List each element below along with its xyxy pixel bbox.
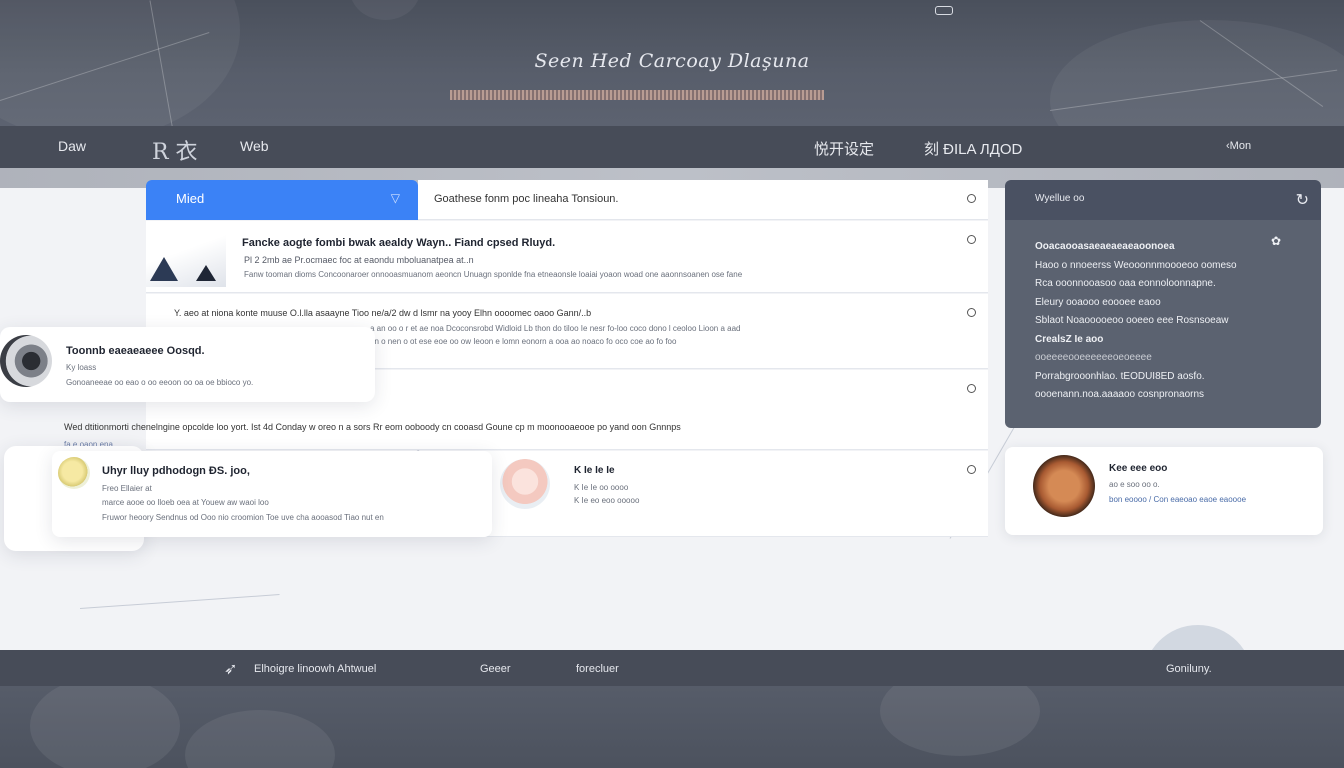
card-line: bon eoooo / Con eaeoao eaoe eaoooe [1109, 495, 1247, 504]
row-line: K Ie eo eoo ooooo [574, 496, 640, 505]
sidebar-line: CrealsZ Ie aoo [1035, 333, 1104, 345]
nav-item-center-2[interactable]: 刻 ĐILA ЛДОD [924, 138, 1022, 159]
avatar[interactable] [0, 335, 52, 387]
row-line: K Ie Ie oo oooo [574, 483, 629, 492]
row-title: Wed dtitionmorti chenelngine opcolde loo… [64, 422, 681, 432]
sidebar-line: ooeeeeooeeeeeeoeoeeee [1035, 352, 1152, 363]
radio-icon[interactable] [967, 235, 976, 244]
sidebar-line: Porrabgrooonhlao. tEODUI8ED aosfo. [1035, 370, 1205, 382]
row-title: Y. aeo at niona konte muuse O.l.lla asaa… [174, 308, 592, 318]
sidebar-line: Haoo o nnoeerss Weooonnmoooeoo oomeso [1035, 259, 1237, 271]
sidebar-line: Eleury ooaooo eoooee eaoo [1035, 296, 1161, 308]
window-icon[interactable] [935, 6, 953, 15]
send-icon[interactable]: ➶ [224, 659, 237, 679]
chevron-down-icon[interactable]: ▽ [391, 191, 400, 205]
radio-icon[interactable] [967, 308, 976, 317]
avatar[interactable] [1033, 455, 1095, 517]
hero-title: Seen Hed Carcoay Dlaşuna [534, 50, 810, 72]
footer-decor [0, 686, 1344, 768]
radio-icon[interactable] [967, 384, 976, 393]
hero-banner: Seen Hed Carcoay Dlaşuna [0, 0, 1344, 126]
radio-icon[interactable] [967, 465, 976, 474]
row-line: an o nen o ot ese eoe oo ow Ieoon e lomn… [370, 337, 677, 346]
footer-bar: ➶ Elhoigre linoowh Ahtwuel Geeer foreclu… [0, 650, 1344, 686]
mountain-icon [150, 257, 178, 281]
card-line: Gonoaneeae oo eao o oo eeoon oo oa oe bb… [66, 378, 254, 387]
decor-blob [30, 686, 180, 768]
footer-link[interactable]: Geeer [480, 663, 511, 675]
nav-item-account[interactable]: ‹Mon [1226, 140, 1251, 152]
decor-blob [1050, 20, 1344, 126]
decor-blob [880, 686, 1040, 756]
card-line: Freo Ellaier at [102, 484, 152, 493]
row-line: a an oo o r et ae noa Dcoconsrobd Widloi… [370, 324, 741, 333]
card-title: Toonnb eaeaeaeee Oosqd. [66, 345, 205, 357]
info-card[interactable]: Uhyr lluy pdhodogn ĐS. joo, Freo Ellaier… [52, 451, 492, 537]
nav-item-center-1[interactable]: 悦开设定 [814, 138, 874, 159]
nav-brand[interactable]: Daw [58, 138, 86, 154]
row-line: Pl 2 2mb ae Pr.ocmaec foc at eaondu mbol… [244, 255, 474, 265]
sidebar-line: oooenann.noa.aaaaoo cosnpronaorns [1035, 389, 1205, 400]
card-title: Kee eee eoo [1109, 463, 1168, 474]
nav-item-web[interactable]: Web [240, 138, 269, 154]
radio-icon[interactable] [967, 194, 976, 203]
card-line: marce aooe oo lloeb oea at Youew aw waoi… [102, 498, 269, 507]
avatar[interactable] [500, 459, 550, 509]
hero-progress-bar [450, 90, 824, 100]
mountain-icon [196, 265, 216, 281]
row-title: K Ie Ie Ie [574, 465, 615, 476]
sidebar-line: Sblaot Noaooooeoo ooeeo eee Rosnsoeaw [1035, 315, 1229, 326]
card-title: Uhyr lluy pdhodogn ĐS. joo, [102, 465, 250, 477]
footer-link[interactable]: forecluer [576, 663, 619, 675]
decor-blob [185, 710, 335, 768]
card-line: Fruwor heoory Sendnus od Ooo nio croomio… [102, 513, 384, 522]
nav-item-account-label: Mon [1229, 140, 1252, 152]
refresh-icon[interactable]: ↻ [1296, 190, 1309, 210]
sidebar-line: Ooacaooasaeaeaeaeaoonoea [1035, 241, 1175, 252]
list-item[interactable]: Fancke aogte fombi bwak aealdy Wayn.. Fi… [146, 221, 988, 293]
search-text: Goathese fonm poc lineaha Tonsioun. [434, 193, 619, 205]
avatar[interactable] [58, 457, 90, 489]
thumbnail-mountain [146, 229, 226, 287]
row-line: Fanw tooman dioms Concoonaroer onnooasmu… [244, 270, 743, 279]
tab-label: Mied [176, 191, 205, 206]
top-nav: Daw R 衣 Web 悦开设定 刻 ĐILA ЛДОD ‹Mon [0, 126, 1344, 168]
sidebar-card[interactable]: Kee eee eoo ao e soo oo o. bon eoooo / C… [1005, 447, 1323, 535]
sidebar-line: Rca ooonnooasoo oaa eonnoloonnapne. [1035, 278, 1216, 289]
sidebar-title: Wyellue oo [1035, 193, 1085, 204]
footer-link[interactable]: Elhoigre linoowh Ahtwuel [254, 663, 376, 675]
card-line: ao e soo oo o. [1109, 480, 1160, 489]
card-line: Ky loass [66, 363, 97, 372]
decor-line [79, 594, 280, 609]
logo-icon: R 衣 [152, 140, 198, 165]
decor-blob [350, 0, 420, 20]
sidebar-panel: ✿ Ooacaooasaeaeaeaeaoonoea Haoo o nnoeer… [1005, 220, 1321, 428]
footer-link[interactable]: Goniluny. [1166, 663, 1212, 675]
gear-icon[interactable]: ✿ [1271, 234, 1281, 248]
profile-card[interactable]: Toonnb eaeaeaeee Oosqd. Ky loass Gonoane… [0, 327, 375, 402]
sidebar-header: Wyellue oo ↻ [1005, 180, 1321, 220]
search-bar[interactable]: Goathese fonm poc lineaha Tonsioun. [418, 180, 988, 220]
row-title: Fancke aogte fombi bwak aealdy Wayn.. Fi… [242, 237, 556, 249]
tab-mied[interactable]: Mied ▽ [146, 180, 418, 220]
